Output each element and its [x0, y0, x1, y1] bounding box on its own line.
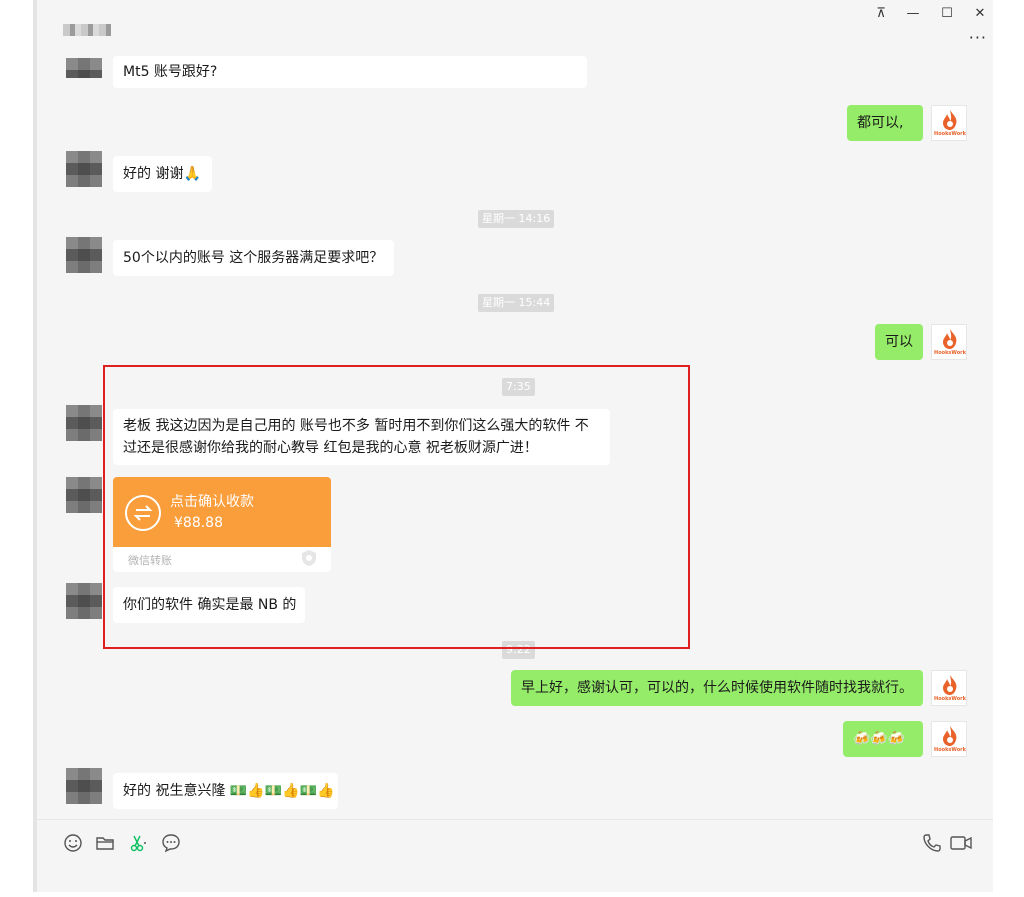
message-bubble-outgoing: 都可以, — [847, 105, 923, 141]
video-icon[interactable] — [950, 833, 972, 853]
avatar[interactable] — [66, 58, 102, 78]
avatar[interactable] — [66, 583, 102, 619]
avatar-hookswork[interactable]: HooksWork — [931, 721, 967, 757]
brand-avatar-label: HooksWork — [934, 350, 966, 356]
brand-avatar-label: HooksWork — [934, 131, 966, 137]
phone-icon[interactable] — [922, 833, 942, 853]
close-button[interactable]: ✕ — [968, 4, 992, 24]
pin-icon[interactable]: ⊼ — [869, 4, 893, 24]
avatar[interactable] — [66, 151, 102, 187]
message-bubble-incoming: 好的 谢谢🙏 — [113, 156, 212, 192]
avatar-hookswork[interactable]: HooksWork — [931, 670, 967, 706]
minimize-button[interactable]: — — [901, 4, 925, 24]
input-area-divider — [33, 819, 993, 820]
brand-avatar-label: HooksWork — [934, 747, 966, 753]
window-left-edge — [33, 0, 37, 892]
folder-icon[interactable] — [95, 833, 115, 853]
flame-logo-icon — [943, 329, 957, 349]
message-bubble-incoming: 好的 祝生意兴隆 💵👍💵👍💵👍 — [113, 773, 338, 809]
emoji-icon[interactable] — [63, 833, 83, 853]
flame-logo-icon — [943, 675, 957, 695]
avatar[interactable] — [66, 405, 102, 441]
timestamp: 星期一 14:16 — [478, 210, 555, 228]
brand-avatar-label: HooksWork — [934, 696, 966, 702]
chat-icon[interactable] — [161, 833, 181, 853]
maximize-button[interactable]: ☐ — [935, 4, 959, 24]
message-bubble-incoming: 50个以内的账号 这个服务器满足要求吧？ — [113, 240, 394, 276]
avatar-hookswork[interactable]: HooksWork — [931, 324, 967, 360]
more-options-button[interactable]: ··· — [969, 28, 987, 47]
avatar[interactable] — [66, 237, 102, 273]
message-bubble-incoming: Mt5 账号跟好? — [113, 56, 587, 88]
flame-logo-icon — [943, 726, 957, 746]
timestamp: 星期一 15:44 — [478, 294, 555, 312]
flame-logo-icon — [943, 110, 957, 130]
contact-name-pixelated — [63, 24, 111, 36]
avatar[interactable] — [66, 477, 102, 513]
avatar[interactable] — [66, 768, 102, 804]
message-bubble-outgoing: 早上好，感谢认可，可以的，什么时候使用软件随时找我就行。 — [511, 670, 923, 706]
chat-window: ⊼ — ☐ ✕ ··· Mt5 账号跟好? 都可以, HooksWork 好的 … — [33, 0, 993, 892]
title-bar: ⊼ — ☐ ✕ ··· — [33, 0, 993, 58]
scissors-icon[interactable] — [128, 833, 148, 853]
avatar-hookswork[interactable]: HooksWork — [931, 105, 967, 141]
message-bubble-outgoing: 可以 — [875, 324, 923, 360]
message-bubble-outgoing: 🍻🍻🍻 — [843, 721, 923, 757]
highlight-annotation-box — [103, 365, 690, 649]
